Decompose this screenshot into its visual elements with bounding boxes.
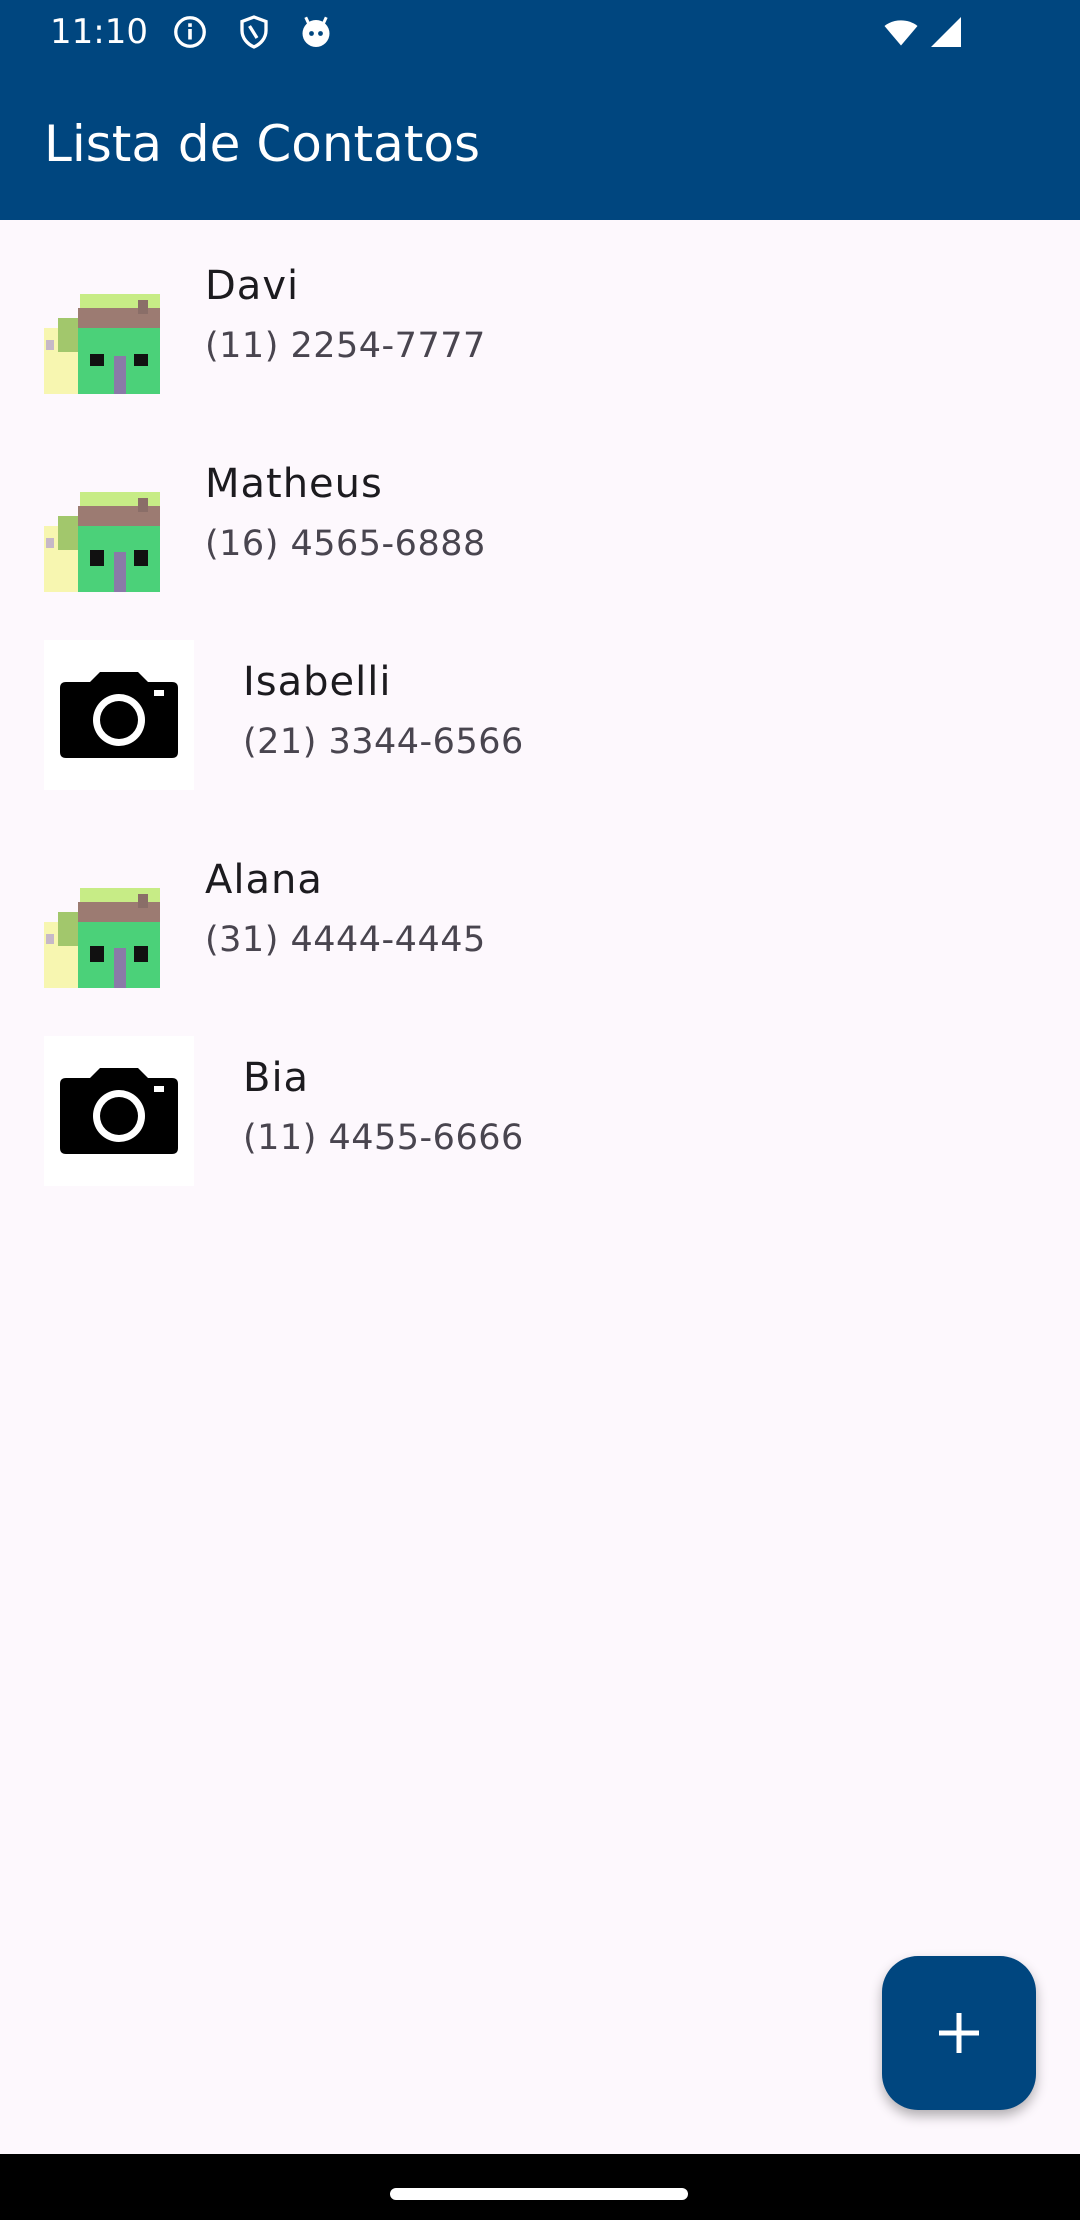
wifi-icon [884, 20, 918, 46]
contact-text: Alana (31) 4444-4445 [205, 854, 486, 966]
contact-phone: (11) 4455-6666 [243, 1118, 524, 1158]
contact-phone: (21) 3344-6566 [243, 722, 524, 762]
contact-name: Davi [205, 263, 300, 309]
contact-item[interactable]: Alana (31) 4444-4445 [0, 814, 1080, 1012]
app-bar: Lista de Contatos [0, 64, 1080, 220]
contact-item[interactable]: Matheus (16) 4565-6888 [0, 418, 1080, 616]
contact-text: Bia (11) 4455-6666 [243, 1052, 524, 1164]
contact-phone: (31) 4444-4445 [205, 920, 486, 960]
pixel-house-icon [44, 244, 160, 394]
shield-icon [240, 15, 268, 49]
add-contact-button[interactable] [882, 1956, 1036, 2110]
contact-item[interactable]: Bia (11) 4455-6666 [0, 1012, 1080, 1210]
contact-avatar [44, 244, 160, 394]
contact-name: Bia [243, 1055, 310, 1101]
signal-icon [931, 17, 961, 47]
camera-icon [60, 1068, 178, 1154]
home-gesture-handle[interactable] [390, 2188, 688, 2200]
pixel-house-icon [44, 442, 160, 592]
contact-text: Davi (11) 2254-7777 [205, 260, 486, 372]
info-icon [174, 16, 206, 48]
status-bar: 11:10 [0, 0, 1080, 64]
contact-name: Alana [205, 857, 323, 903]
android-icon [302, 16, 330, 47]
status-time: 11:10 [50, 12, 148, 52]
contact-avatar [44, 442, 160, 592]
page-title: Lista de Contatos [44, 115, 481, 173]
contact-name: Isabelli [243, 659, 392, 705]
contact-list: Davi (11) 2254-7777 Matheus (16) 4565-68… [0, 220, 1080, 1210]
system-nav-bar [0, 2154, 1080, 2220]
contact-item[interactable]: Isabelli (21) 3344-6566 [0, 616, 1080, 814]
camera-icon [60, 672, 178, 758]
contact-avatar [44, 1036, 194, 1186]
contact-text: Matheus (16) 4565-6888 [205, 458, 486, 570]
contact-item[interactable]: Davi (11) 2254-7777 [0, 220, 1080, 418]
contact-avatar [44, 838, 160, 988]
contact-phone: (16) 4565-6888 [205, 524, 486, 564]
contact-avatar [44, 640, 194, 790]
plus-icon [939, 2013, 979, 2053]
contact-name: Matheus [205, 461, 383, 507]
pixel-house-icon [44, 838, 160, 988]
contact-phone: (11) 2254-7777 [205, 326, 486, 366]
contact-text: Isabelli (21) 3344-6566 [243, 656, 524, 768]
